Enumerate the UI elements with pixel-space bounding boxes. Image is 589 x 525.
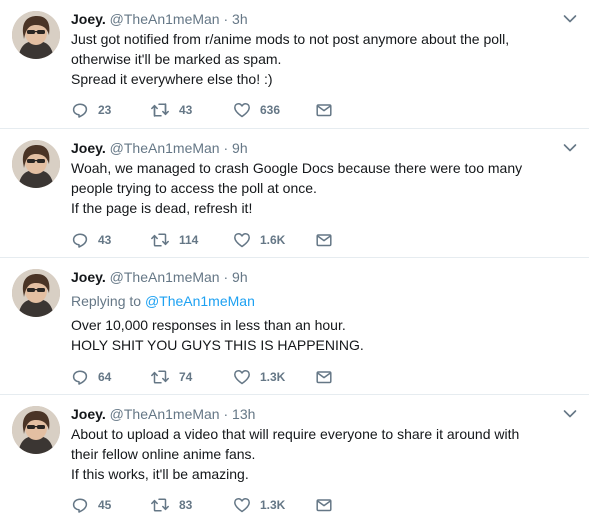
direct-message-button[interactable] <box>315 100 333 120</box>
direct-message-button[interactable] <box>315 495 333 515</box>
like-button[interactable]: 1.3K <box>233 367 285 387</box>
like-icon <box>234 497 250 513</box>
tweet-actions: 23 43 636 <box>71 100 571 120</box>
direct-message-icon <box>316 371 332 384</box>
chevron-down-icon[interactable] <box>563 143 577 153</box>
tweet-actions: 64 74 1.3K <box>71 367 571 387</box>
like-button[interactable]: 636 <box>233 100 280 120</box>
separator-dot: · <box>223 406 229 422</box>
like-count: 1.3K <box>260 370 286 384</box>
tweet-text-line: HOLY SHIT YOU GUYS THIS IS HAPPENING. <box>71 337 364 353</box>
reply-icon <box>72 370 88 385</box>
replying-to-mention[interactable]: @TheAn1meMan <box>145 293 255 309</box>
like-count: 1.3K <box>260 498 286 512</box>
tweet[interactable]: Joey. @TheAn1meMan · 9h Woah, we managed… <box>0 129 589 258</box>
tweet-text: Over 10,000 responses in less than an ho… <box>71 315 571 355</box>
avatar[interactable] <box>12 269 60 317</box>
retweet-button[interactable]: 43 <box>150 100 192 120</box>
replying-to: Replying to @TheAn1meMan <box>71 291 571 311</box>
timestamp[interactable]: 9h <box>232 140 248 156</box>
user-handle[interactable]: @TheAn1meMan <box>110 140 220 156</box>
direct-message-icon <box>316 499 332 512</box>
tweet-header: Joey. @TheAn1meMan · 3h <box>71 10 248 28</box>
avatar[interactable] <box>12 140 60 188</box>
tweet-text-line: Just got notified from r/anime mods to n… <box>71 31 510 47</box>
tweet-text-line: people trying to access the poll at once… <box>71 180 317 196</box>
retweet-icon <box>151 370 169 384</box>
tweet-actions: 43 114 1.6K <box>71 230 571 250</box>
tweet-text-line: Over 10,000 responses in less than an ho… <box>71 317 346 333</box>
tweet-text-line: If the page is dead, refresh it! <box>71 200 253 216</box>
like-count: 1.6K <box>260 233 286 247</box>
like-button[interactable]: 1.6K <box>233 230 285 250</box>
chevron-down-icon[interactable] <box>563 409 577 419</box>
chevron-down-icon[interactable] <box>563 14 577 24</box>
tweet-text-line: If this works, it'll be amazing. <box>71 466 249 482</box>
tweet-text-line: Spread it everywhere else tho! :) <box>71 71 273 87</box>
tweet-text: About to upload a video that will requir… <box>71 424 571 484</box>
like-icon <box>234 369 250 385</box>
tweet-actions: 45 83 1.3K <box>71 495 571 515</box>
direct-message-button[interactable] <box>315 367 333 387</box>
display-name[interactable]: Joey. <box>71 406 106 422</box>
retweet-icon <box>151 233 169 247</box>
display-name[interactable]: Joey. <box>71 269 106 285</box>
tweet-text-line: About to upload a video that will requir… <box>71 426 520 442</box>
reply-button[interactable]: 23 <box>71 100 111 120</box>
tweet[interactable]: Joey. @TheAn1meMan · 13h About to upload… <box>0 395 589 525</box>
retweet-count: 74 <box>179 370 193 384</box>
separator-dot: · <box>223 269 229 285</box>
timestamp[interactable]: 9h <box>232 269 248 285</box>
tweet-text: Just got notified from r/anime mods to n… <box>71 29 571 89</box>
direct-message-icon <box>316 234 332 247</box>
reply-count: 43 <box>98 233 112 247</box>
tweet-text: Woah, we managed to crash Google Docs be… <box>71 158 571 218</box>
retweet-icon <box>151 103 169 117</box>
separator-dot: · <box>223 11 229 27</box>
reply-count: 23 <box>98 103 112 117</box>
avatar[interactable] <box>12 406 60 454</box>
reply-count: 64 <box>98 370 112 384</box>
tweet-header: Joey. @TheAn1meMan · 9h <box>71 268 248 286</box>
user-handle[interactable]: @TheAn1meMan <box>110 269 220 285</box>
tweet-text-line: Woah, we managed to crash Google Docs be… <box>71 160 523 176</box>
like-icon <box>234 102 250 118</box>
user-handle[interactable]: @TheAn1meMan <box>110 11 220 27</box>
like-count: 636 <box>260 103 281 117</box>
timestamp[interactable]: 3h <box>232 11 248 27</box>
tweet-header: Joey. @TheAn1meMan · 9h <box>71 139 248 157</box>
retweet-button[interactable]: 83 <box>150 495 192 515</box>
retweet-icon <box>151 498 169 512</box>
reply-icon <box>72 498 88 513</box>
tweet-header: Joey. @TheAn1meMan · 13h <box>71 405 255 423</box>
direct-message-icon <box>316 104 332 117</box>
avatar[interactable] <box>12 11 60 59</box>
reply-button[interactable]: 45 <box>71 495 111 515</box>
retweet-count: 43 <box>179 103 193 117</box>
tweet-text-line: otherwise it'll be marked as spam. <box>71 51 282 67</box>
display-name[interactable]: Joey. <box>71 140 106 156</box>
direct-message-button[interactable] <box>315 230 333 250</box>
retweet-count: 83 <box>179 498 193 512</box>
display-name[interactable]: Joey. <box>71 11 106 27</box>
reply-icon <box>72 233 88 248</box>
reply-icon <box>72 103 88 118</box>
reply-button[interactable]: 64 <box>71 367 111 387</box>
tweet[interactable]: Joey. @TheAn1meMan · 9h Replying to @The… <box>0 258 589 395</box>
user-handle[interactable]: @TheAn1meMan <box>110 406 220 422</box>
tweet[interactable]: Joey. @TheAn1meMan · 3h Just got notifie… <box>0 0 589 129</box>
retweet-button[interactable]: 74 <box>150 367 192 387</box>
like-button[interactable]: 1.3K <box>233 495 285 515</box>
retweet-count: 114 <box>179 233 199 247</box>
retweet-button[interactable]: 114 <box>150 230 198 250</box>
reply-button[interactable]: 43 <box>71 230 111 250</box>
timestamp[interactable]: 13h <box>232 406 255 422</box>
separator-dot: · <box>223 140 229 156</box>
replying-to-label: Replying to <box>71 293 142 309</box>
like-icon <box>234 232 250 248</box>
reply-count: 45 <box>98 498 112 512</box>
tweet-text-line: their fellow online anime fans. <box>71 446 256 462</box>
